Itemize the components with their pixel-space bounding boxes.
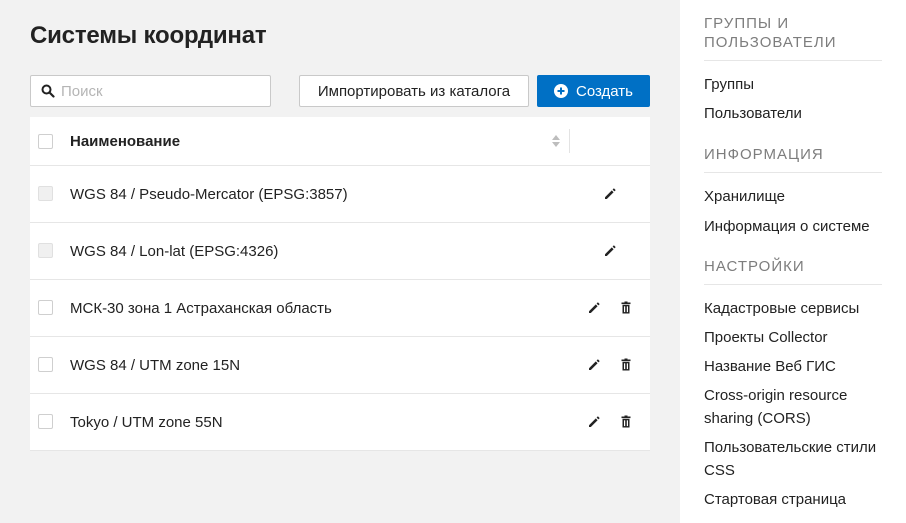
sidebar-item-cadastral-services[interactable]: Кадастровые сервисы [704, 297, 882, 320]
row-name: WGS 84 / Lon-lat (EPSG:4326) [70, 242, 279, 260]
sort-icon[interactable] [551, 134, 561, 148]
search-box[interactable] [30, 75, 271, 107]
search-input[interactable] [61, 76, 261, 106]
column-header-name[interactable]: Наименование [70, 117, 180, 165]
pencil-icon[interactable] [586, 300, 602, 316]
sidebar-item-groups[interactable]: Группы [704, 73, 882, 96]
coordinate-systems-table: Наименование WGS 84 / Pseudo-Mercator (E… [30, 117, 650, 451]
pencil-icon[interactable] [586, 357, 602, 373]
sidebar-heading: Информация [704, 145, 882, 173]
row-checkbox[interactable] [38, 357, 53, 372]
row-checkbox [38, 186, 53, 201]
trash-icon[interactable] [618, 300, 634, 316]
sidebar-item-users[interactable]: Пользователи [704, 102, 882, 125]
main-content: Системы координат Импортировать из катал… [0, 0, 680, 523]
sidebar-heading: Настройки [704, 257, 882, 285]
sidebar-item-storage[interactable]: Хранилище [704, 185, 882, 208]
table-row: Tokyo / UTM zone 55N [30, 394, 650, 451]
sidebar-section-information: Информация Хранилище Информация о систем… [704, 145, 882, 238]
table-row: МСК-30 зона 1 Астраханская область [30, 280, 650, 337]
sidebar-item-webgis-name[interactable]: Название Веб ГИС [704, 355, 882, 378]
sidebar-section-groups-users: Группы и пользователи Группы Пользовател… [704, 14, 882, 125]
table-row: WGS 84 / UTM zone 15N [30, 337, 650, 394]
table-header-row: Наименование [30, 117, 650, 166]
row-checkbox [38, 243, 53, 258]
sidebar: Группы и пользователи Группы Пользовател… [680, 0, 906, 523]
sidebar-section-settings: Настройки Кадастровые сервисы Проекты Co… [704, 257, 882, 511]
select-all-checkbox[interactable] [38, 134, 53, 149]
row-name: WGS 84 / Pseudo-Mercator (EPSG:3857) [70, 185, 348, 203]
row-checkbox[interactable] [38, 300, 53, 315]
sidebar-item-system-info[interactable]: Информация о системе [704, 215, 882, 238]
plus-circle-icon [553, 84, 568, 98]
import-from-catalog-button[interactable]: Импортировать из каталога [299, 75, 529, 107]
sidebar-item-cors[interactable]: Cross-origin resource sharing (CORS) [704, 384, 882, 430]
column-divider [569, 129, 570, 153]
pencil-icon[interactable] [586, 414, 602, 430]
import-button-label: Импортировать из каталога [317, 82, 511, 100]
sidebar-item-collector-projects[interactable]: Проекты Collector [704, 326, 882, 349]
trash-icon[interactable] [618, 414, 634, 430]
sidebar-item-home-page[interactable]: Стартовая страница [704, 488, 882, 511]
trash-icon[interactable] [618, 357, 634, 373]
create-button-label: Создать [575, 82, 633, 100]
pencil-icon[interactable] [602, 243, 618, 259]
table-row: WGS 84 / Lon-lat (EPSG:4326) [30, 223, 650, 280]
search-icon [41, 84, 55, 98]
pencil-icon[interactable] [602, 186, 618, 202]
create-button[interactable]: Создать [537, 75, 650, 107]
sidebar-heading: Группы и пользователи [704, 14, 882, 61]
row-checkbox[interactable] [38, 414, 53, 429]
sidebar-item-custom-css[interactable]: Пользовательские стили CSS [704, 436, 882, 482]
table-row: WGS 84 / Pseudo-Mercator (EPSG:3857) [30, 166, 650, 223]
row-name: WGS 84 / UTM zone 15N [70, 356, 241, 374]
row-name: Tokyo / UTM zone 55N [70, 413, 223, 431]
row-name: МСК-30 зона 1 Астраханская область [70, 299, 332, 317]
page-title: Системы координат [30, 22, 267, 49]
